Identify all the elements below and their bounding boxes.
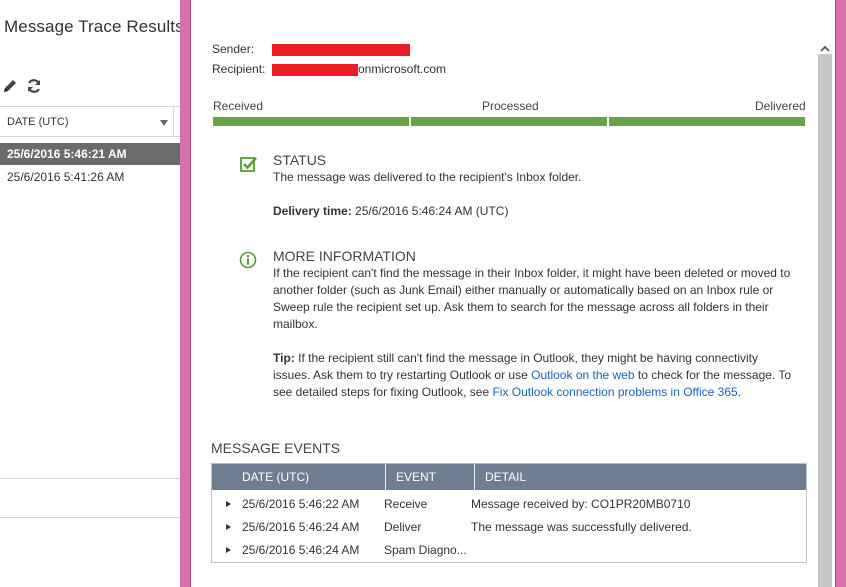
message-events-title: MESSAGE EVENTS [211,440,341,456]
event-row[interactable]: 25/6/2016 5:46:24 AM Spam Diagno... [212,539,806,562]
info-icon [239,251,257,269]
recipient-domain: onmicrosoft.com [358,62,447,76]
event-detail: The message was successfully delivered. [471,520,692,534]
events-table-header: DATE (UTC) EVENT DETAIL [212,464,806,490]
detail-scrollbar[interactable] [815,36,835,587]
tip-paragraph: Tip: If the recipient still can't find t… [273,350,793,401]
scroll-up-icon[interactable] [819,41,831,52]
date-column-header[interactable]: DATE (UTC) [0,106,180,137]
trace-row-date: 25/6/2016 5:46:21 AM [7,147,127,161]
progress-segment-processed [411,117,607,126]
message-detail-pane: Sender: Recipient: onmicrosoft.com Recei… [191,0,815,587]
expand-arrow-icon[interactable] [226,501,231,507]
divider [0,478,180,479]
trace-row-date: 25/6/2016 5:41:26 AM [7,170,125,184]
progress-step-delivered: Delivered [755,99,806,113]
event-row[interactable]: 25/6/2016 5:46:22 AM Receive Message rec… [212,493,806,516]
column-header-event[interactable]: EVENT [386,464,475,490]
event-date: 25/6/2016 5:46:24 AM [242,543,360,557]
panel-title: Message Trace Results [4,17,184,36]
message-events-table: DATE (UTC) EVENT DETAIL 25/6/2016 5:46:2… [211,463,807,563]
checkbox-check-icon [240,155,258,173]
more-info-paragraph: If the recipient can't find the message … [273,266,791,331]
dialog-frame-left [180,0,190,587]
status-message: The message was delivered to the recipie… [273,170,582,184]
sender-label: Sender: [212,42,255,56]
dialog-frame-right [836,0,846,587]
trace-row[interactable]: 25/6/2016 5:46:21 AM [0,143,180,165]
progress-segment-received [213,117,409,126]
event-type: Spam Diagno... [384,543,467,557]
dialog-frame-right-edge [835,0,836,587]
event-date: 25/6/2016 5:46:22 AM [242,497,360,511]
recipient-label: Recipient: [212,62,266,76]
trace-results-panel: Message Trace Results DATE (UTC) 25/6/20… [0,0,184,587]
column-header-date[interactable]: DATE (UTC) [232,464,386,490]
expand-arrow-icon[interactable] [226,524,231,530]
tip-text: . [737,385,742,399]
fix-outlook-link[interactable]: Fix Outlook connection problems in Offic… [492,385,737,399]
outlook-web-link[interactable]: Outlook on the web [531,368,634,382]
delivery-time-label: Delivery time: [273,204,352,218]
event-date: 25/6/2016 5:46:24 AM [242,520,360,534]
trace-row[interactable]: 25/6/2016 5:41:26 AM [0,166,180,188]
expand-arrow-icon[interactable] [226,547,231,553]
progress-step-processed: Processed [482,99,539,113]
progress-segment-delivered [609,117,805,126]
tip-label: Tip: [273,351,295,365]
scrollbar-thumb[interactable] [818,54,832,587]
date-column-label: DATE (UTC) [7,116,69,128]
delivery-time-value: 25/6/2016 5:46:24 AM (UTC) [355,204,509,218]
event-type: Deliver [384,520,422,534]
event-detail: Message received by: CO1PR20MB0710 [471,497,691,511]
progress-step-received: Received [213,99,264,113]
column-header-detail[interactable]: DETAIL [475,464,806,490]
event-row[interactable]: 25/6/2016 5:46:24 AM Deliver The message… [212,516,806,539]
recipient-redaction [272,64,358,76]
column-divider [173,107,174,136]
divider [0,517,180,518]
sender-redaction [272,44,410,56]
event-type: Receive [384,497,428,511]
refresh-icon[interactable] [26,78,42,94]
status-heading: STATUS [273,152,327,168]
pencil-icon[interactable] [2,78,18,94]
more-info-heading: MORE INFORMATION [273,248,416,264]
delivery-time: Delivery time: 25/6/2016 5:46:24 AM (UTC… [273,203,793,220]
sort-arrow-icon[interactable] [160,120,168,126]
